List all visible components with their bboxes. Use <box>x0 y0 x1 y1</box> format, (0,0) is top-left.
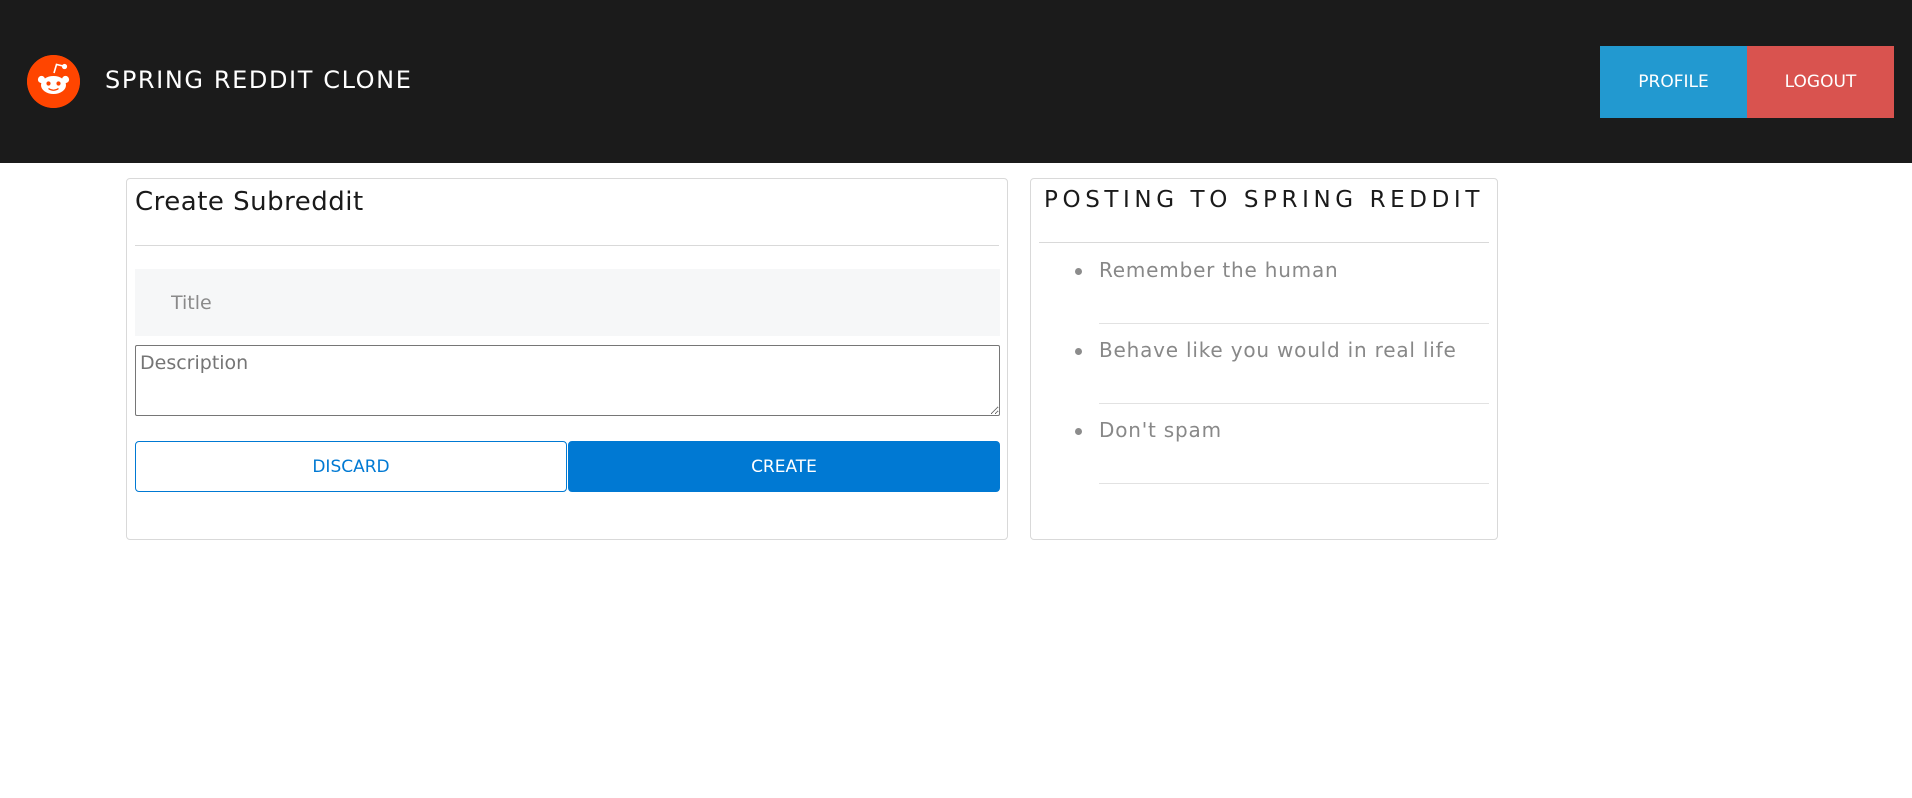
page-title: Create Subreddit <box>135 187 364 217</box>
divider <box>135 245 999 246</box>
rules-list: Remember the human Behave like you would… <box>1031 244 1497 484</box>
top-navbar: SPRING REDDIT CLONE PROFILE LOGOUT <box>0 0 1912 163</box>
rule-item: Don't spam <box>1075 404 1489 484</box>
sidebar-heading: POSTING TO SPRING REDDIT <box>1044 187 1484 213</box>
rule-text: Remember the human <box>1099 258 1339 282</box>
title-input[interactable] <box>135 269 1000 336</box>
posting-rules-sidebar: POSTING TO SPRING REDDIT Remember the hu… <box>1030 178 1498 540</box>
create-subreddit-card: Create Subreddit DISCARD CREATE <box>126 178 1008 540</box>
logout-button[interactable]: LOGOUT <box>1747 46 1894 118</box>
bullet-icon <box>1075 268 1082 275</box>
description-input[interactable] <box>135 345 1000 416</box>
rule-item: Behave like you would in real life <box>1075 324 1489 404</box>
discard-button[interactable]: DISCARD <box>135 441 567 492</box>
rule-text: Don't spam <box>1099 418 1222 442</box>
rule-text: Behave like you would in real life <box>1099 338 1457 362</box>
bullet-icon <box>1075 348 1082 355</box>
profile-button[interactable]: PROFILE <box>1600 46 1747 118</box>
app-title[interactable]: SPRING REDDIT CLONE <box>105 60 413 100</box>
create-button[interactable]: CREATE <box>568 441 1000 492</box>
divider <box>1039 242 1489 243</box>
reddit-alien-icon[interactable] <box>27 55 80 108</box>
bullet-icon <box>1075 428 1082 435</box>
rule-item: Remember the human <box>1075 244 1489 324</box>
